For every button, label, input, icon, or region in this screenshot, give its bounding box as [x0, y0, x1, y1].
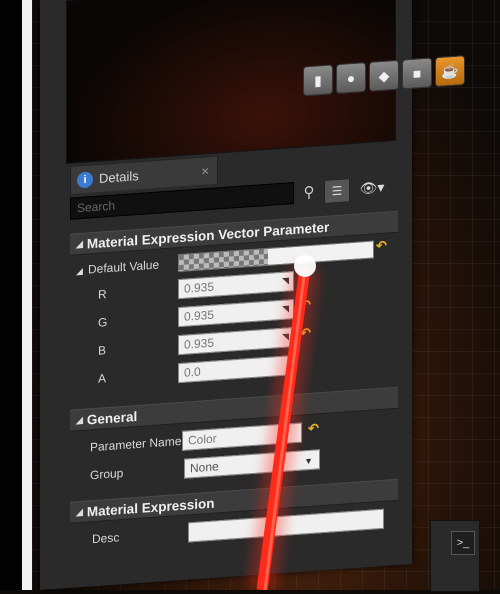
channel-field-r[interactable]: 0.935 ◥ [178, 271, 294, 300]
search-icon[interactable]: ⚲ [298, 180, 320, 204]
reset-to-default-icon[interactable]: ↶ [300, 325, 311, 342]
preview-cylinder-button[interactable]: ▮ [303, 64, 333, 97]
eye-icon[interactable]: 👁▾ [354, 175, 390, 200]
material-preview-viewport[interactable]: ▮ ● ◆ ■ ☕ [66, 0, 465, 165]
preview-teapot-button[interactable]: ☕ [435, 55, 465, 88]
group-dropdown[interactable]: None ▼ [184, 449, 320, 479]
channel-field-b[interactable]: 0.935 ◥ [178, 327, 294, 356]
default-value-label: Default Value [88, 257, 160, 277]
collapse-triangle-icon: ◢ [76, 506, 83, 517]
group-value: None [190, 459, 219, 476]
group-label: Group [90, 465, 124, 483]
tab-details-label: Details [99, 168, 139, 186]
channel-value-g: 0.935 [184, 307, 215, 324]
preview-sphere-button[interactable]: ● [336, 62, 366, 95]
cube-icon: ■ [412, 65, 422, 82]
channel-value-r: 0.935 [184, 279, 215, 296]
cylinder-icon: ▮ [314, 71, 322, 89]
collapse-triangle-icon: ◢ [76, 238, 83, 249]
collapse-triangle-icon: ◢ [76, 265, 83, 277]
channel-label-g: G [98, 315, 108, 330]
sphere-icon: ● [346, 69, 356, 87]
collapse-triangle-icon: ◢ [76, 414, 83, 425]
info-icon: i [77, 170, 93, 189]
channel-value-a: 0.0 [184, 364, 201, 380]
section-title: Material Expression [86, 495, 215, 520]
channel-label-b: B [98, 343, 107, 358]
plane-icon: ◆ [378, 66, 390, 84]
reset-to-default-icon[interactable]: ↶ [376, 238, 387, 255]
reset-to-default-icon[interactable]: ↶ [308, 420, 319, 437]
environment-light-strip [22, 0, 32, 590]
spinner-arrow-icon: ◥ [282, 303, 289, 314]
parameter-name-value: Color [188, 431, 217, 448]
grid-view-icon[interactable]: ☰ [324, 178, 350, 204]
chevron-down-icon: ▼ [304, 455, 313, 467]
channel-field-g[interactable]: 0.935 ◥ [178, 299, 294, 328]
preview-cube-button[interactable]: ■ [402, 57, 432, 90]
parameter-name-label: Parameter Name [90, 433, 182, 455]
teapot-icon: ☕ [441, 62, 459, 80]
channel-label-a: A [98, 371, 107, 386]
spinner-arrow-icon: ◥ [282, 275, 289, 286]
channel-label-r: R [98, 287, 107, 302]
environment-dark-edge [0, 0, 22, 590]
spinner-arrow-icon: ◥ [282, 331, 289, 342]
reset-to-default-icon[interactable]: ↶ [300, 297, 311, 314]
preview-plane-button[interactable]: ◆ [369, 59, 399, 92]
details-content: Search ⚲ ☰ 👁▾ ◢ Material Expression Vect… [66, 170, 406, 594]
desc-field[interactable] [188, 508, 384, 543]
close-icon[interactable]: × [201, 163, 209, 179]
channel-field-a[interactable]: 0.0 [178, 355, 294, 384]
desc-label: Desc [92, 530, 120, 547]
side-panel: >_ [430, 520, 480, 592]
console-icon[interactable]: >_ [451, 531, 475, 555]
parameter-name-field[interactable]: Color [182, 422, 302, 451]
channel-value-b: 0.935 [184, 335, 215, 352]
section-title: General [86, 408, 138, 428]
